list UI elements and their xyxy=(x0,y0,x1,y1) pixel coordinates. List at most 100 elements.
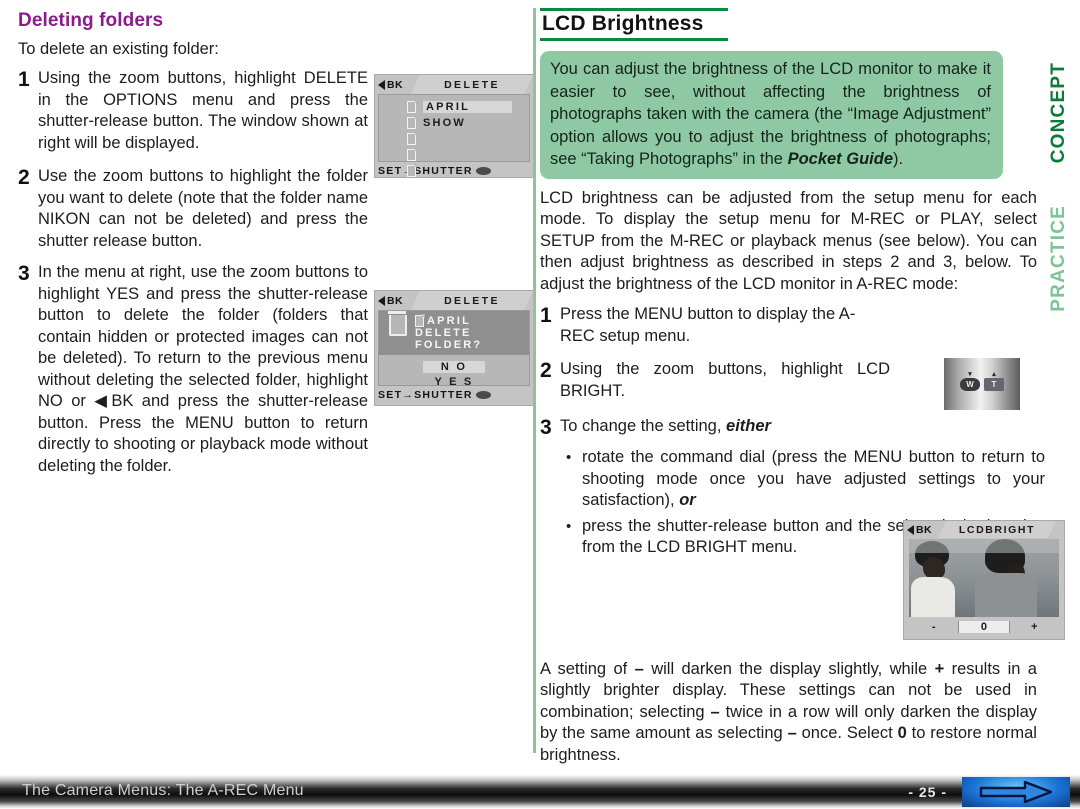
page-title-lcd-brightness: LCD Brightness xyxy=(542,12,704,35)
bullet-dot-icon: • xyxy=(566,449,572,466)
shutter-button-icon xyxy=(475,390,491,399)
lcd-back-label: BK xyxy=(916,523,932,536)
right-step-1: 1 Press the MENU button to display the A… xyxy=(540,304,1045,347)
lcd-footer: SET→SHUTTER xyxy=(375,386,533,403)
lcd-item-label: SHOW xyxy=(423,117,467,129)
lcd-bright-screenshot: BK LCDBRIGHT - 0 + xyxy=(903,520,1065,640)
setting-plus[interactable]: + xyxy=(1010,621,1059,633)
footer-title: The Camera Menus: The A-REC Menu xyxy=(22,782,304,799)
camera-zoom-buttons-photo: ▾ W ▴ T xyxy=(944,358,1020,410)
prompt-lines: APRIL DELETE FOLDER? xyxy=(415,314,483,351)
photo-subject-body-right xyxy=(975,573,1037,617)
folder-icon xyxy=(407,164,417,177)
cp-minus2: – xyxy=(710,702,720,721)
cp-minus: – xyxy=(634,659,644,678)
lcd-back-button: BK xyxy=(375,295,403,307)
column-divider-rule xyxy=(533,8,536,753)
step-text: In the menu at right, use the zoom butto… xyxy=(38,263,368,475)
step-number: 3 xyxy=(18,262,30,285)
lcd-tab: LCDBRIGHT xyxy=(938,521,1056,538)
concept-tail: ). xyxy=(893,150,904,168)
step-text: To change the setting, either xyxy=(560,416,1045,439)
zoom-wide-label: W xyxy=(966,379,974,389)
sidebar-tab-practice: PRACTICE xyxy=(1048,205,1069,312)
option-yes[interactable]: Y E S xyxy=(379,376,529,388)
brightness-setting-bar: - 0 + xyxy=(909,619,1059,635)
lcd-item-label: APRIL xyxy=(423,101,512,113)
step-text-body: To change the setting, xyxy=(560,417,727,435)
lcd-preview-photo xyxy=(909,539,1059,617)
step-2: 2 Use the zoom buttons to highlight the … xyxy=(18,166,368,252)
lcd-delete-list-screenshot: BK DELETE APRIL SHOW SET→SHUTTER xyxy=(374,74,534,178)
page-title-deleting-folders: Deleting folders xyxy=(18,10,164,31)
lcd-dialog-body: APRIL DELETE FOLDER? N O Y E S xyxy=(378,310,530,388)
confirm-options: N O Y E S xyxy=(379,355,529,388)
concept-callout-box: You can adjust the brightness of the LCD… xyxy=(540,51,1003,179)
left-column: Deleting folders To delete an existing f… xyxy=(18,10,368,485)
prompt-line: FOLDER? xyxy=(415,339,483,351)
list-item: SHOW xyxy=(379,115,529,131)
lcd-title: LCDBRIGHT xyxy=(958,523,1036,536)
step-number: 3 xyxy=(540,416,552,439)
step-1: 1 Using the zoom buttons, highlight DELE… xyxy=(18,68,368,154)
bullet-emphasis: or xyxy=(679,491,696,509)
option-no[interactable]: N O xyxy=(422,361,486,373)
setting-minus[interactable]: - xyxy=(909,621,958,633)
trash-icon xyxy=(388,311,407,336)
cp-plus: + xyxy=(934,659,945,678)
right-arrow-icon xyxy=(979,781,1053,803)
triangle-left-icon xyxy=(378,79,385,90)
list-item-empty xyxy=(379,147,529,163)
bullet-dot-icon: • xyxy=(566,517,572,535)
folder-icon xyxy=(407,100,417,113)
next-page-button[interactable] xyxy=(962,777,1070,807)
practice-paragraph: LCD brightness can be adjusted from the … xyxy=(540,188,1037,293)
list-item: APRIL xyxy=(379,99,529,115)
folder-icon xyxy=(407,116,417,129)
step-text: Press the MENU button to display the A-R… xyxy=(560,305,856,345)
lcd-tab: DELETE xyxy=(411,75,533,94)
cp-zero: 0 xyxy=(897,724,907,742)
lcd-delete-confirm-screenshot: BK DELETE APRIL DELETE FOLDER? N O Y E S… xyxy=(374,290,534,406)
bullet-item: • rotate the command dial (press the MEN… xyxy=(566,447,1045,512)
confirm-prompt: APRIL DELETE FOLDER? xyxy=(379,311,529,355)
lcd-menu-body: APRIL SHOW xyxy=(378,94,530,177)
step-number: 2 xyxy=(18,166,30,189)
lcd-back-button: BK xyxy=(904,524,932,536)
cp-8: once. Select xyxy=(796,724,898,742)
lcd-brightness-heading-block: LCD Brightness xyxy=(540,8,728,41)
step-emphasis: either xyxy=(726,417,771,435)
manual-page: Deleting folders To delete an existing f… xyxy=(0,0,1080,809)
step-text: Use the zoom buttons to highlight the fo… xyxy=(38,167,368,250)
lcd-title: DELETE xyxy=(444,78,500,91)
step-number: 1 xyxy=(18,68,30,91)
concept-body: You can adjust the brightness of the LCD… xyxy=(550,60,991,168)
bullet-body: rotate the command dial (press the MENU … xyxy=(582,448,1045,509)
step-text: Using the zoom buttons, highlight DELETE… xyxy=(38,69,368,152)
cp-minus3: – xyxy=(787,724,797,742)
lcd-titlebar: BK DELETE xyxy=(375,75,533,94)
lcd-titlebar: BK DELETE xyxy=(375,291,533,310)
step-3: 3 In the menu at right, use the zoom but… xyxy=(18,262,368,477)
folder-icon xyxy=(407,148,417,161)
zoom-tele-button: ▴ T xyxy=(984,371,1004,391)
lcd-back-label: BK xyxy=(387,294,403,307)
zoom-wide-button: ▾ W xyxy=(960,371,980,391)
cp-0: A setting of xyxy=(540,659,635,678)
bullet-text: rotate the command dial (press the MENU … xyxy=(582,447,1045,512)
step-number: 1 xyxy=(540,304,552,327)
page-number: - 25 - xyxy=(908,784,947,800)
triangle-up-icon: ▴ xyxy=(992,370,996,378)
lcd-titlebar: BK LCDBRIGHT xyxy=(904,521,1064,538)
list-item-empty xyxy=(379,131,529,147)
setting-zero[interactable]: 0 xyxy=(958,621,1010,633)
folder-icon xyxy=(407,132,417,145)
closing-paragraph: A setting of – will darken the display s… xyxy=(540,659,1037,767)
page-footer: The Camera Menus: The A-REC Menu - 25 - xyxy=(0,775,1080,809)
step-text: Using the zoom buttons, highlight LCD BR… xyxy=(560,360,890,400)
right-step-3: 3 To change the setting, either xyxy=(540,416,1045,439)
sidebar-tab-concept: CONCEPT xyxy=(1048,62,1069,164)
heading-rule-bottom xyxy=(540,38,728,41)
triangle-left-icon xyxy=(378,295,385,306)
step-number: 2 xyxy=(540,359,552,382)
